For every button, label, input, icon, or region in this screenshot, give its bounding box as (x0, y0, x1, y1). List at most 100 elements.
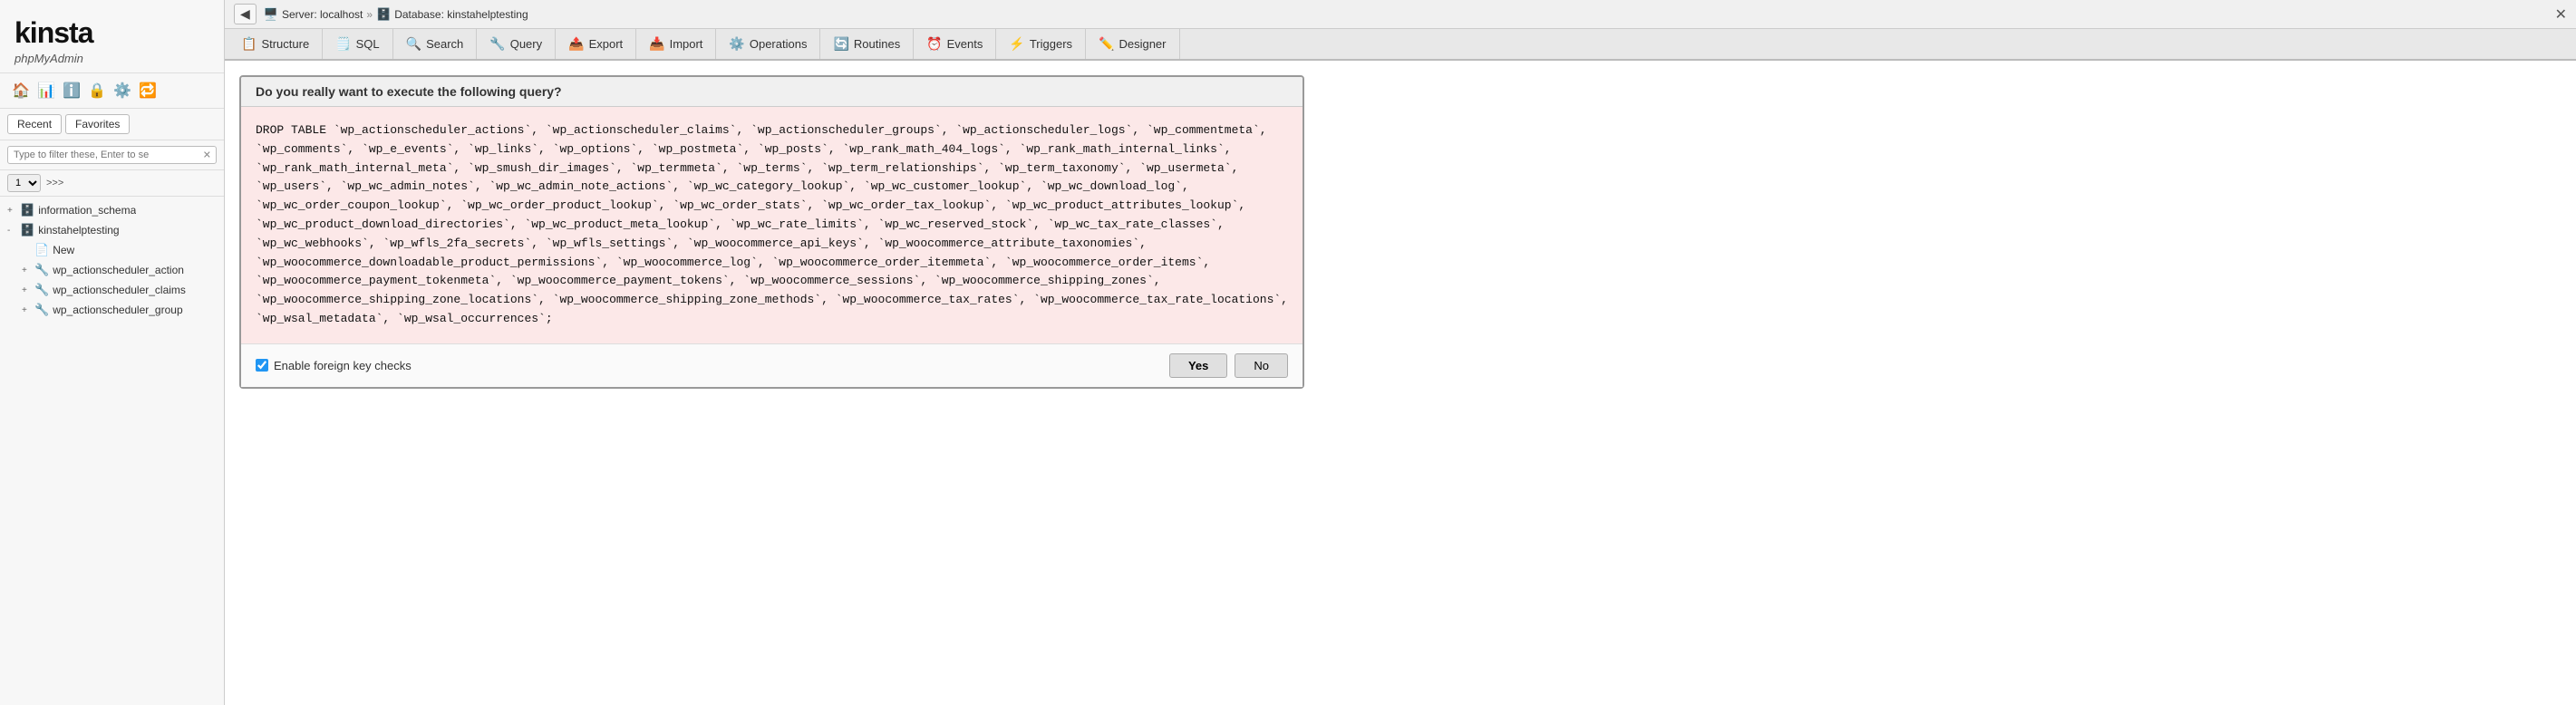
foreign-key-checkbox[interactable] (256, 359, 268, 372)
phpmyadmin-label: phpMyAdmin (15, 52, 209, 65)
expand-icon: + (22, 305, 31, 315)
expand-icon: - (7, 226, 16, 236)
db-icon: 🗄️ (20, 223, 34, 237)
tab-routines[interactable]: 🔄 Routines (820, 29, 914, 59)
confirm-header: Do you really want to execute the follow… (241, 77, 1303, 107)
tab-search-label: Search (426, 37, 463, 51)
new-icon: 📄 (34, 243, 49, 257)
triggers-icon: ⚡ (1009, 36, 1024, 52)
tree-item-kinstahelptesting[interactable]: - 🗄️ kinstahelptesting (0, 220, 224, 240)
tab-recent[interactable]: Recent (7, 114, 62, 134)
database-icon: 🗄️ (376, 7, 391, 22)
confirm-dialog: Do you really want to execute the follow… (239, 75, 1304, 389)
foreign-key-label[interactable]: Enable foreign key checks (256, 359, 412, 372)
tab-events[interactable]: ⏰ Events (914, 29, 996, 59)
tree-item-wp-actionscheduler-group[interactable]: + 🔧 wp_actionscheduler_group (0, 300, 224, 320)
sidebar: kinsta phpMyAdmin 🏠 📊 ℹ️ 🔒 ⚙️ 🔁 Recent F… (0, 0, 225, 705)
tab-triggers-label: Triggers (1030, 37, 1072, 51)
expand-icon: + (7, 206, 16, 216)
confirm-footer: Enable foreign key checks Yes No (241, 343, 1303, 387)
expand-icon (22, 246, 31, 256)
server-label: Server: localhost (282, 8, 363, 21)
filter-clear-icon[interactable]: ✕ (203, 150, 211, 161)
tab-search[interactable]: 🔍 Search (393, 29, 478, 59)
kinsta-logo: kinsta (15, 16, 209, 50)
close-button[interactable]: ✕ (2555, 5, 2567, 24)
back-button[interactable]: ◀ (234, 4, 257, 24)
table-icon: 🔧 (34, 263, 49, 277)
server-icon: 🖥️ (264, 7, 278, 22)
yes-button[interactable]: Yes (1169, 353, 1227, 378)
export-icon: 📤 (568, 36, 584, 52)
tab-designer[interactable]: ✏️ Designer (1086, 29, 1179, 59)
topbar: ◀ 🖥️ Server: localhost » 🗄️ Database: ki… (225, 0, 2576, 29)
no-button[interactable]: No (1235, 353, 1288, 378)
designer-icon: ✏️ (1099, 36, 1114, 52)
tab-structure[interactable]: 📋 Structure (228, 29, 323, 59)
query-text: DROP TABLE `wp_actionscheduler_actions`,… (241, 107, 1303, 343)
tree-item-label: information_schema (38, 204, 136, 217)
tab-sql-label: SQL (356, 37, 380, 51)
tab-import-label: Import (670, 37, 703, 51)
db-icon: 🗄️ (20, 203, 34, 217)
tree-item-label: wp_actionscheduler_action (53, 264, 184, 276)
stats-icon[interactable]: 📊 (36, 81, 56, 101)
import-icon: 📥 (649, 36, 664, 52)
query-icon: 🔧 (489, 36, 505, 52)
refresh-icon[interactable]: 🔁 (138, 81, 158, 101)
tree-item-label: kinstahelptesting (38, 224, 119, 237)
sql-icon: 🗒️ (335, 36, 351, 52)
tree-item-new[interactable]: 📄 New (0, 240, 224, 260)
sidebar-filter-area: ✕ (0, 140, 224, 170)
db-label: Database: kinstahelptesting (394, 8, 528, 21)
table-icon: 🔧 (34, 303, 49, 317)
sidebar-nav-icons: 🏠 📊 ℹ️ 🔒 ⚙️ 🔁 (0, 73, 224, 109)
info-icon[interactable]: ℹ️ (62, 81, 82, 101)
tree-item-label: wp_actionscheduler_claims (53, 284, 186, 296)
expand-icon: + (22, 266, 31, 275)
tab-routines-label: Routines (854, 37, 900, 51)
tab-structure-label: Structure (261, 37, 309, 51)
tabbar: 📋 Structure 🗒️ SQL 🔍 Search 🔧 Query 📤 Ex… (225, 29, 2576, 61)
tab-export-label: Export (589, 37, 624, 51)
tab-sql[interactable]: 🗒️ SQL (323, 29, 392, 59)
tab-operations-label: Operations (750, 37, 808, 51)
foreign-key-text: Enable foreign key checks (274, 359, 412, 372)
tab-designer-label: Designer (1119, 37, 1166, 51)
lock-icon[interactable]: 🔒 (87, 81, 107, 101)
main-content: ◀ 🖥️ Server: localhost » 🗄️ Database: ki… (225, 0, 2576, 705)
events-icon: ⏰ (926, 36, 942, 52)
confirm-buttons: Yes No (1169, 353, 1288, 378)
expand-icon: + (22, 285, 31, 295)
tab-query-label: Query (510, 37, 542, 51)
sidebar-tree: + 🗄️ information_schema - 🗄️ kinstahelpt… (0, 197, 224, 705)
structure-icon: 📋 (241, 36, 257, 52)
sidebar-pagination: 1 >>> (0, 170, 224, 197)
sidebar-tabs: Recent Favorites (0, 109, 224, 140)
tab-export[interactable]: 📤 Export (556, 29, 636, 59)
breadcrumb-separator: » (366, 8, 373, 21)
tree-item-wp-actionscheduler-action[interactable]: + 🔧 wp_actionscheduler_action (0, 260, 224, 280)
page-arrows[interactable]: >>> (46, 178, 63, 188)
tab-favorites[interactable]: Favorites (65, 114, 130, 134)
filter-input[interactable] (7, 146, 217, 164)
home-icon[interactable]: 🏠 (11, 81, 31, 101)
tab-import[interactable]: 📥 Import (636, 29, 716, 59)
tab-operations[interactable]: ⚙️ Operations (716, 29, 820, 59)
breadcrumb: 🖥️ Server: localhost » 🗄️ Database: kins… (264, 7, 528, 22)
tab-triggers[interactable]: ⚡ Triggers (996, 29, 1086, 59)
tree-item-label: wp_actionscheduler_group (53, 304, 182, 316)
content-area: Do you really want to execute the follow… (225, 61, 2576, 705)
search-icon: 🔍 (406, 36, 421, 52)
tab-query[interactable]: 🔧 Query (477, 29, 556, 59)
table-icon: 🔧 (34, 283, 49, 297)
gear-icon[interactable]: ⚙️ (112, 81, 132, 101)
tab-events-label: Events (947, 37, 983, 51)
tree-item-wp-actionscheduler-claims[interactable]: + 🔧 wp_actionscheduler_claims (0, 280, 224, 300)
routines-icon: 🔄 (833, 36, 848, 52)
tree-item-information-schema[interactable]: + 🗄️ information_schema (0, 200, 224, 220)
logo-area: kinsta phpMyAdmin (0, 0, 224, 73)
tree-item-label: New (53, 244, 74, 256)
page-select[interactable]: 1 (7, 174, 41, 192)
operations-icon: ⚙️ (729, 36, 744, 52)
